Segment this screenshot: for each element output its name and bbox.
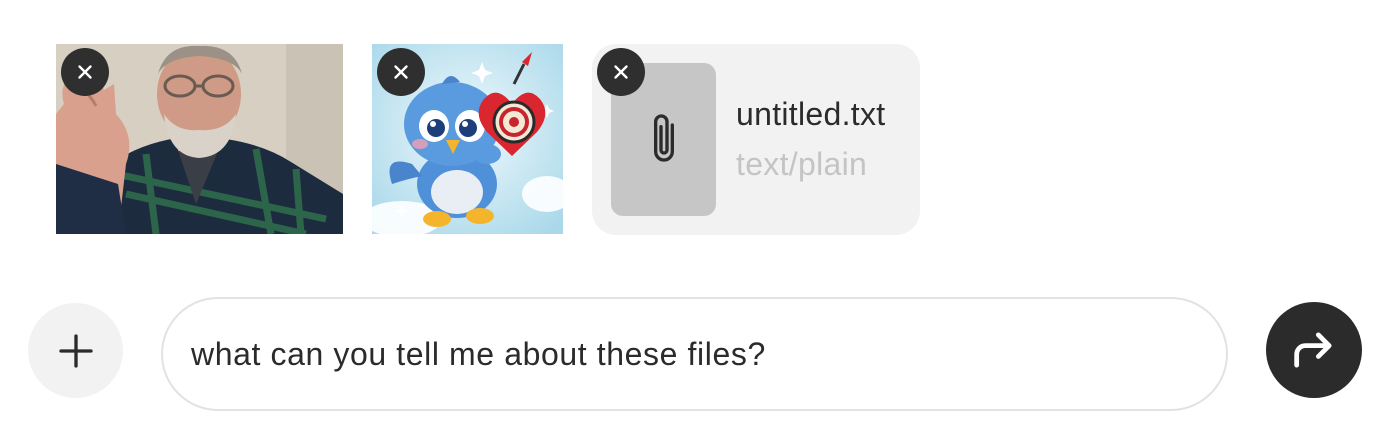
send-arrow-icon (1294, 332, 1332, 368)
remove-attachment-button[interactable] (597, 48, 645, 96)
close-icon (614, 65, 628, 79)
close-icon (394, 65, 408, 79)
paperclip-icon (653, 113, 674, 162)
remove-attachment-button[interactable] (377, 48, 425, 96)
message-input[interactable] (191, 299, 1191, 409)
send-button[interactable] (1266, 302, 1362, 398)
add-attachment-button[interactable] (28, 303, 123, 398)
close-icon (78, 65, 92, 79)
message-input-container[interactable] (161, 297, 1228, 411)
remove-attachment-button[interactable] (61, 48, 109, 96)
file-mime-type: text/plain (736, 146, 868, 182)
file-name: untitled.txt (736, 96, 886, 132)
plus-icon (58, 333, 93, 368)
attachment-tray: untitled.txt text/plain (0, 0, 1396, 260)
